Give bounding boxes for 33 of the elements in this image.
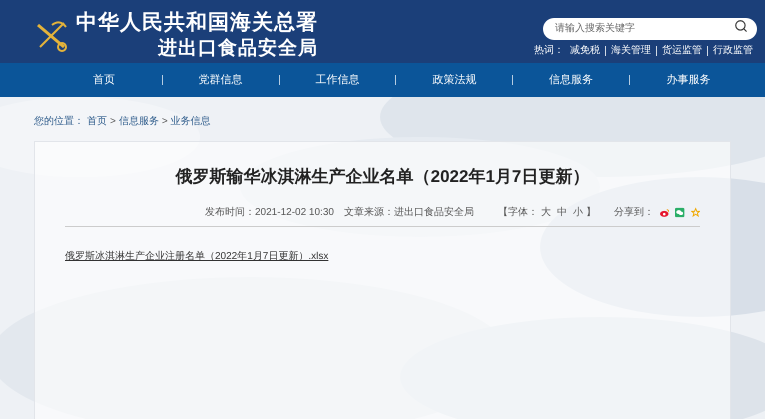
nav-item[interactable]: 办事服务 (630, 72, 747, 88)
search-field[interactable]: 请输入搜索关键字 (543, 18, 757, 40)
breadcrumb-link[interactable]: 首页 (87, 114, 107, 129)
font-size-label: 【字体： (498, 206, 538, 220)
nav-item[interactable]: 首页 (46, 72, 162, 88)
search-icon[interactable] (734, 19, 748, 33)
weibo-icon[interactable] (660, 208, 670, 218)
publish-time: 发布时间：2021-12-02 10:30 (205, 206, 334, 220)
nav-item[interactable]: 党群信息 (162, 72, 279, 88)
hot-word-link[interactable]: 海关管理 (611, 43, 651, 58)
font-size-link[interactable]: 大 (540, 205, 551, 220)
site-title: 中华人民共和国海关总署 (76, 12, 318, 33)
star-icon[interactable] (690, 207, 700, 218)
nav-item[interactable]: 政策法规 (396, 72, 512, 88)
hot-word-link[interactable]: 行政监管 (713, 43, 753, 58)
hot-words-label: 热词： (534, 44, 564, 58)
hot-word-link[interactable]: 减免税 (570, 43, 600, 58)
attachment-link[interactable]: 俄罗斯冰淇淋生产企业注册名单（2022年1月7日更新）.xlsx (65, 248, 700, 264)
breadcrumb-separator: > (162, 115, 168, 129)
breadcrumb-link[interactable]: 信息服务 (118, 114, 159, 129)
nav-item[interactable]: 信息服务 (513, 72, 630, 88)
breadcrumb-link[interactable]: 业务信息 (170, 114, 211, 129)
share-label: 分享到： (614, 206, 654, 220)
nav-item[interactable]: 工作信息 (280, 72, 396, 88)
breadcrumb-label: 您的位置： (34, 114, 84, 129)
article-source: 文章来源：进出口食品安全局 (344, 206, 474, 220)
site-subtitle: 进出口食品安全局 (158, 39, 318, 58)
hot-word-link[interactable]: 货运监管 (662, 43, 702, 58)
breadcrumb-separator: > (110, 115, 116, 129)
font-size-link[interactable]: 中 (556, 205, 567, 220)
article-title: 俄罗斯输华冰淇淋生产企业名单（2022年1月7日更新） (174, 166, 590, 188)
font-size-close: 】 (586, 206, 596, 220)
font-size-link[interactable]: 小 (572, 205, 583, 220)
